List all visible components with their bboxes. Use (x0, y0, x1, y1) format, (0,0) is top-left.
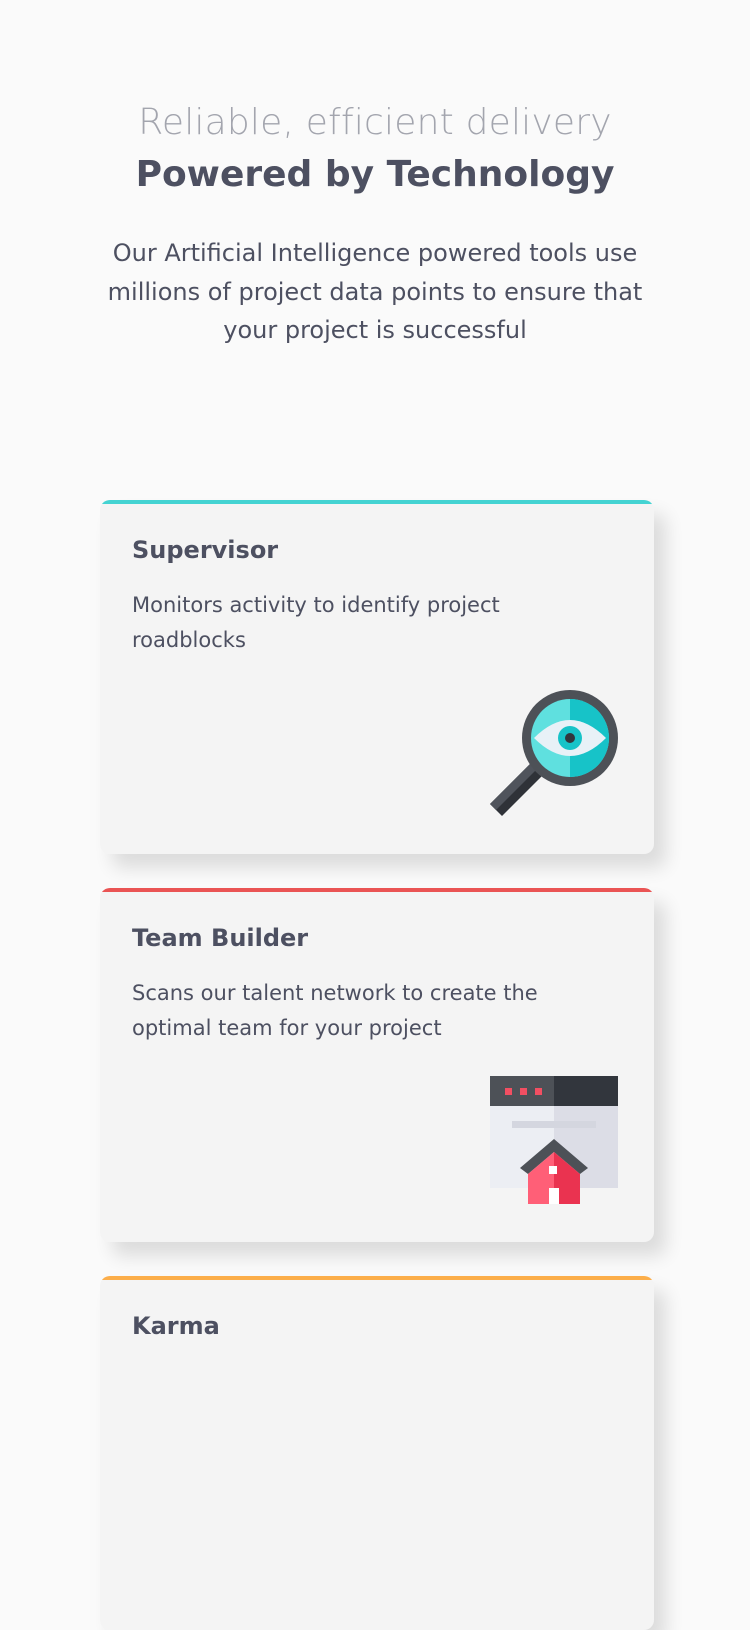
card-title: Supervisor (132, 536, 279, 564)
card-description: Monitors activity to identify project ro… (132, 593, 500, 652)
hero-section: Reliable, efficient delivery Powered by … (0, 100, 750, 350)
card-title: Karma (132, 1312, 220, 1340)
card-title: Team Builder (132, 924, 309, 952)
browser-house-icon (490, 1076, 620, 1206)
hero-description: Our Artificial Intelligence powered tool… (107, 239, 643, 344)
feature-card-supervisor: Supervisor Monitors activity to identify… (100, 500, 654, 854)
magnifier-eye-icon (490, 688, 620, 818)
card-accent-bar (100, 888, 654, 892)
hero-title: Powered by Technology (135, 154, 615, 195)
hero-subtitle: Reliable, efficient delivery (138, 102, 612, 143)
card-description: Scans our talent network to create the o… (132, 981, 538, 1040)
card-accent-bar (100, 500, 654, 504)
card-accent-bar (100, 1276, 654, 1280)
feature-card-team-builder: Team Builder Scans our talent network to… (100, 888, 654, 1242)
feature-card-karma: Karma (100, 1276, 654, 1630)
